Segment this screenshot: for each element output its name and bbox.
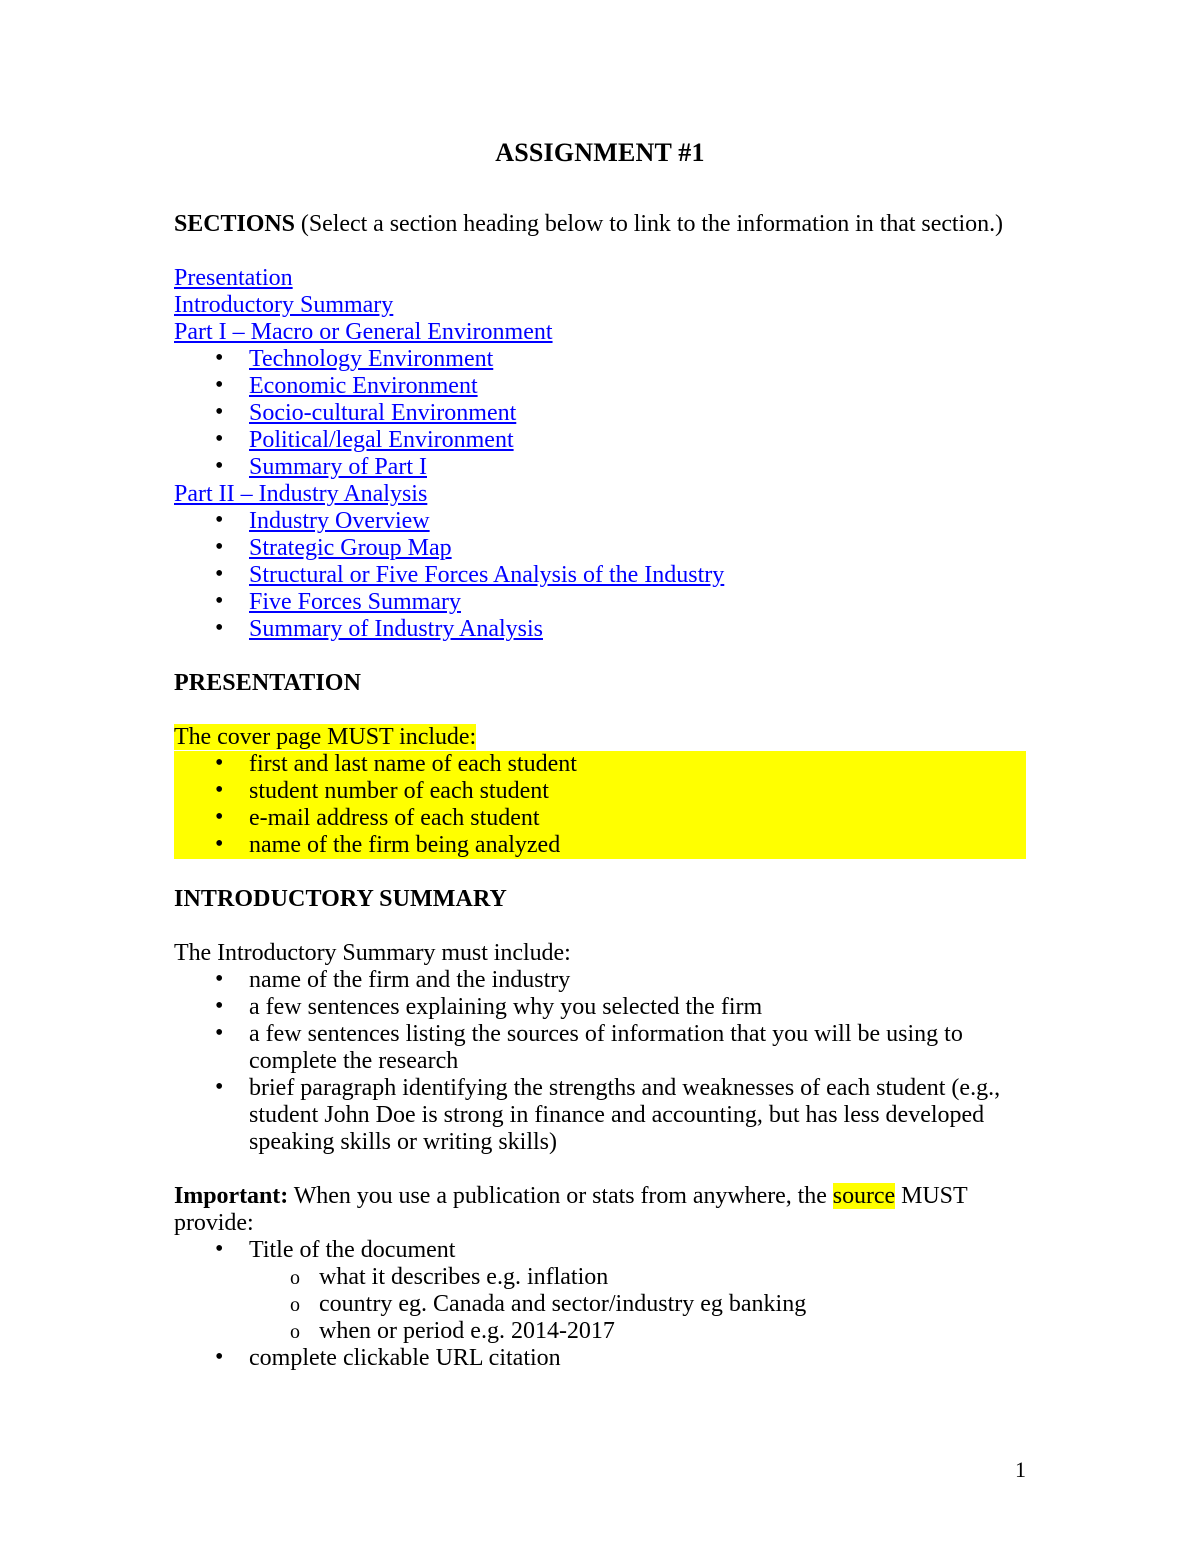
important-item-title-of-document: Title of the document: [249, 1237, 456, 1263]
link-line-presentation: Presentation: [174, 265, 1026, 292]
list-item: Industry Overview: [174, 507, 1026, 535]
sections-label: SECTIONS: [174, 211, 295, 237]
document-body: ASSIGNMENT #1 SECTIONS (Select a section…: [174, 138, 1026, 1372]
intro-item-sources: a few sentences listing the sources of i…: [249, 1021, 963, 1074]
list-item: name of the firm and the industry: [174, 966, 1026, 994]
heading-introductory-summary: INTRODUCTORY SUMMARY: [174, 886, 507, 912]
link-five-forces-summary[interactable]: Five Forces Summary: [249, 589, 461, 615]
list-item: a few sentences listing the sources of i…: [174, 1020, 1026, 1075]
list-item: Socio-cultural Environment: [174, 399, 1026, 427]
introductory-summary-list: name of the firm and the industry a few …: [174, 966, 1026, 1156]
intro-item-why-selected: a few sentences explaining why you selec…: [249, 994, 763, 1020]
important-subitem-country: country eg. Canada and sector/industry e…: [319, 1291, 807, 1317]
list-item: a few sentences explaining why you selec…: [174, 993, 1026, 1021]
link-part-i[interactable]: Part I – Macro or General Environment: [174, 319, 553, 345]
part-ii-sublinks: Industry Overview Strategic Group Map St…: [174, 507, 1026, 643]
link-summary-of-part-i[interactable]: Summary of Part I: [249, 454, 427, 480]
sections-intro-line: SECTIONS (Select a section heading below…: [174, 211, 1026, 238]
link-presentation[interactable]: Presentation: [174, 265, 293, 291]
presentation-item-student-number: student number of each student: [249, 778, 549, 804]
link-structural-five-forces-analysis[interactable]: Structural or Five Forces Analysis of th…: [249, 562, 724, 588]
link-introductory-summary[interactable]: Introductory Summary: [174, 292, 393, 318]
list-item: Summary of Industry Analysis: [174, 615, 1026, 643]
link-line-part-i: Part I – Macro or General Environment: [174, 319, 1026, 346]
important-item-url-citation: complete clickable URL citation: [249, 1345, 561, 1371]
page-title: ASSIGNMENT #1: [495, 138, 705, 167]
link-line-part-ii: Part II – Industry Analysis: [174, 481, 1026, 508]
list-item: first and last name of each student: [174, 750, 577, 778]
link-summary-of-industry-analysis[interactable]: Summary of Industry Analysis: [249, 616, 543, 642]
list-item: what it describes e.g. inflation: [174, 1264, 1026, 1292]
page-number: 1: [1015, 1457, 1026, 1482]
link-socio-cultural-environment[interactable]: Socio-cultural Environment: [249, 400, 516, 426]
important-paragraph: Important: When you use a publication or…: [174, 1183, 1026, 1237]
list-item: Structural or Five Forces Analysis of th…: [174, 561, 1026, 589]
important-subitem-period: when or period e.g. 2014-2017: [319, 1318, 615, 1344]
list-item: Political/legal Environment: [174, 426, 1026, 454]
presentation-item-name: first and last name of each student: [249, 751, 577, 777]
heading-presentation: PRESENTATION: [174, 670, 362, 696]
link-economic-environment[interactable]: Economic Environment: [249, 373, 478, 399]
important-label: Important:: [174, 1183, 289, 1209]
part-i-sublinks: Technology Environment Economic Environm…: [174, 345, 1026, 481]
important-requirements-list-2: complete clickable URL citation: [174, 1344, 1026, 1372]
presentation-requirements-list: first and last name of each student stud…: [174, 750, 1026, 859]
intro-item-firm-industry: name of the firm and the industry: [249, 967, 571, 993]
list-item: student number of each student: [174, 777, 549, 805]
list-item: complete clickable URL citation: [174, 1344, 1026, 1372]
important-highlighted-word: source: [832, 1183, 896, 1209]
important-text-before: When you use a publication or stats from…: [288, 1183, 833, 1209]
sections-instruction: (Select a section heading below to link …: [294, 211, 1003, 237]
important-subitem-describes: what it describes e.g. inflation: [319, 1264, 609, 1290]
link-part-ii[interactable]: Part II – Industry Analysis: [174, 481, 427, 507]
list-item: brief paragraph identifying the strength…: [174, 1074, 1026, 1156]
list-item: Five Forces Summary: [174, 588, 1026, 616]
important-sub-requirements-list: what it describes e.g. inflation country…: [174, 1264, 1026, 1346]
section-links-list: Presentation Introductory Summary Part I…: [174, 265, 1026, 643]
link-industry-overview[interactable]: Industry Overview: [249, 508, 430, 534]
list-item: country eg. Canada and sector/industry e…: [174, 1291, 1026, 1319]
important-requirements-list: Title of the document: [174, 1236, 1026, 1264]
list-item: Strategic Group Map: [174, 534, 1026, 562]
list-item: Economic Environment: [174, 372, 1026, 400]
introductory-summary-intro: The Introductory Summary must include:: [174, 940, 571, 966]
list-item: Technology Environment: [174, 345, 1026, 373]
presentation-intro: The cover page MUST include:: [174, 724, 1026, 751]
list-item: Summary of Part I: [174, 453, 1026, 481]
list-item: e-mail address of each student: [174, 804, 540, 832]
presentation-item-firm-name: name of the firm being analyzed: [249, 832, 561, 858]
link-political-legal-environment[interactable]: Political/legal Environment: [249, 427, 514, 453]
list-item: name of the firm being analyzed: [174, 831, 561, 859]
presentation-intro-text: The cover page MUST include:: [174, 724, 477, 750]
link-strategic-group-map[interactable]: Strategic Group Map: [249, 535, 452, 561]
list-item: Title of the document: [174, 1236, 1026, 1264]
intro-item-strengths-weaknesses: brief paragraph identifying the strength…: [249, 1075, 1001, 1155]
link-line-introductory-summary: Introductory Summary: [174, 292, 1026, 319]
link-technology-environment[interactable]: Technology Environment: [249, 346, 493, 372]
list-item: when or period e.g. 2014-2017: [174, 1318, 1026, 1346]
document-page: ASSIGNMENT #1 SECTIONS (Select a section…: [0, 0, 1200, 1553]
presentation-item-email: e-mail address of each student: [249, 805, 540, 831]
